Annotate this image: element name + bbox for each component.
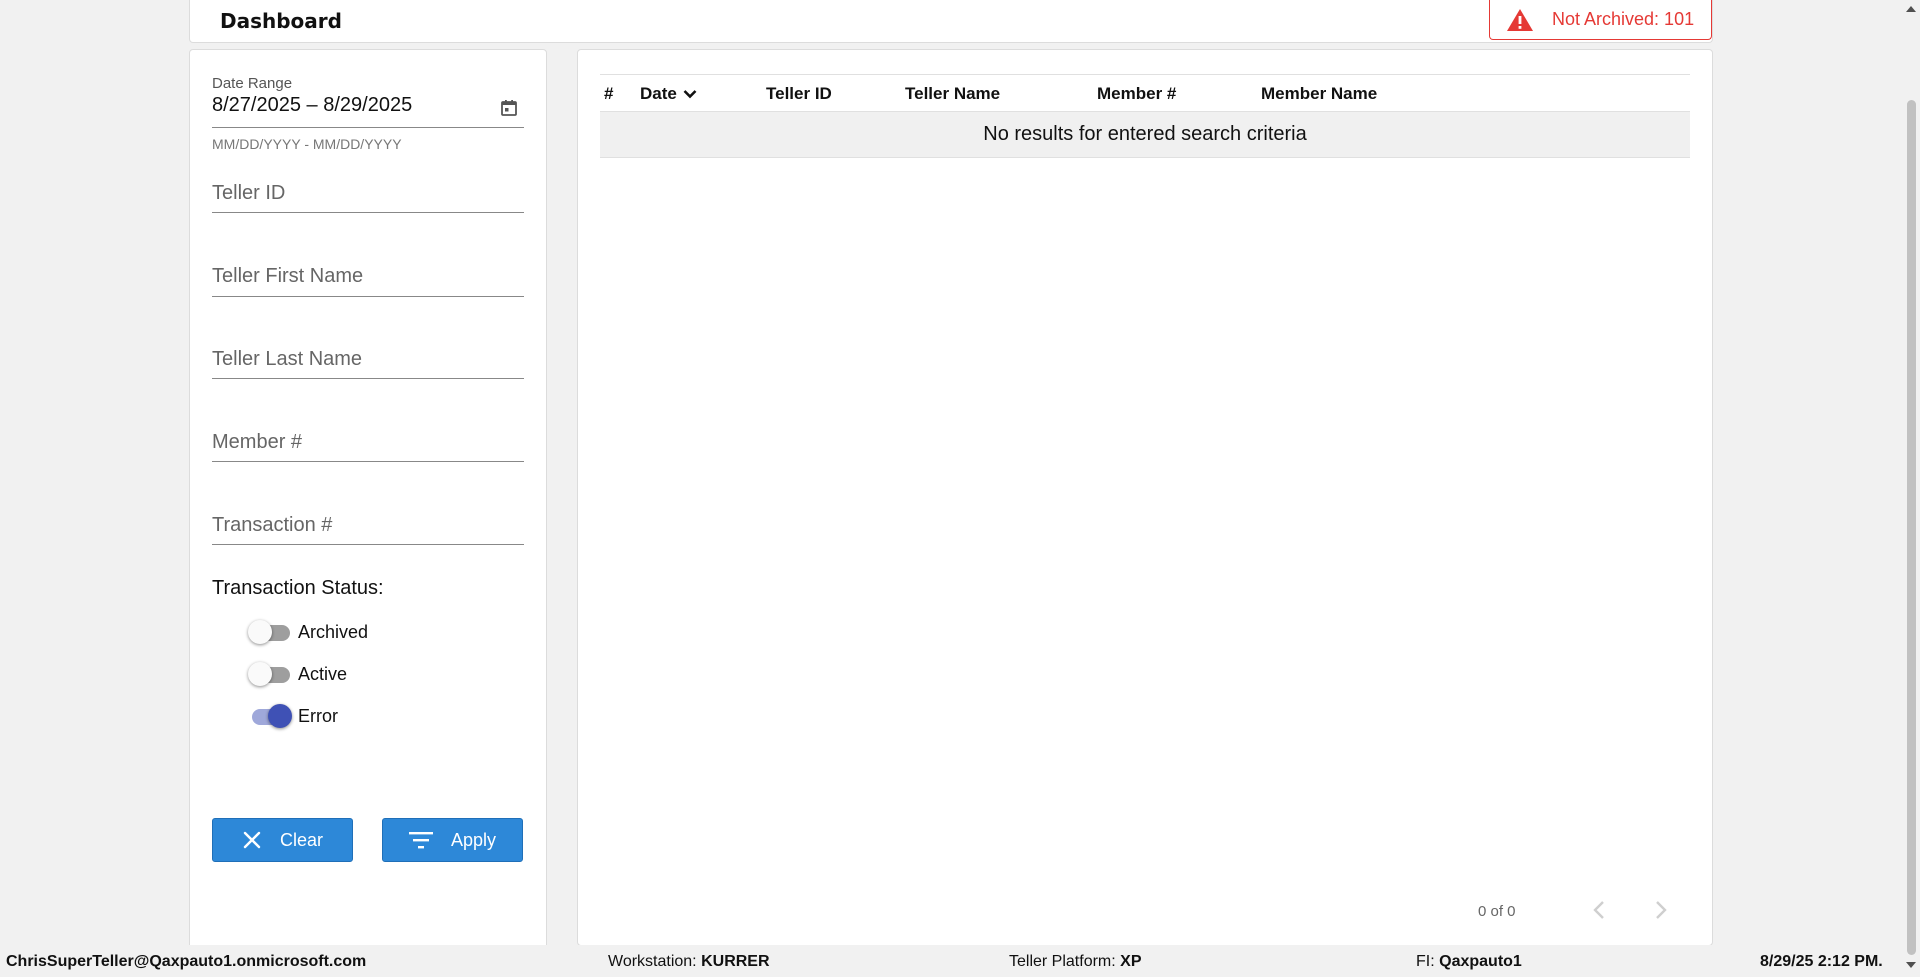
column-header-teller-name[interactable]: Teller Name xyxy=(905,84,1000,104)
active-toggle-switch[interactable] xyxy=(248,660,292,688)
transaction-status-heading: Transaction Status: xyxy=(212,577,384,599)
clear-button-label: Clear xyxy=(279,829,323,850)
chevron-down-icon xyxy=(683,90,697,99)
clear-button[interactable]: Clear xyxy=(212,818,353,862)
teller-last-name-input[interactable]: Teller Last Name xyxy=(212,348,524,371)
column-header-member-number[interactable]: Member # xyxy=(1097,84,1176,104)
archived-toggle-switch[interactable] xyxy=(248,618,292,646)
member-number-field[interactable]: Member # xyxy=(212,431,524,471)
column-header-date[interactable]: Date xyxy=(640,84,697,104)
fi-value: Qaxpauto1 xyxy=(1439,953,1522,970)
teller-first-name-field[interactable]: Teller First Name xyxy=(212,265,524,305)
status-toggle-active[interactable]: Active xyxy=(248,659,347,689)
apply-button[interactable]: Apply xyxy=(382,818,523,862)
empty-results-row: No results for entered search criteria xyxy=(600,112,1690,158)
warning-icon xyxy=(1507,8,1533,31)
previous-page-icon[interactable] xyxy=(1585,895,1615,925)
status-fi: FI: Qaxpauto1 xyxy=(1416,953,1522,971)
next-page-icon[interactable] xyxy=(1645,895,1675,925)
platform-value: XP xyxy=(1120,953,1142,970)
pager-count: 0 of 0 xyxy=(1478,903,1516,920)
vertical-scrollbar[interactable] xyxy=(1902,0,1920,977)
teller-last-name-field[interactable]: Teller Last Name xyxy=(212,348,524,388)
transaction-number-field[interactable]: Transaction # xyxy=(212,514,524,554)
date-range-value[interactable]: 8/27/2025 – 8/29/2025 xyxy=(212,94,524,117)
column-header-member-name[interactable]: Member Name xyxy=(1261,84,1377,104)
status-toggle-error[interactable]: Error xyxy=(248,701,338,731)
status-datetime: 8/29/25 2:12 PM. xyxy=(1760,953,1883,970)
workstation-label: Workstation: xyxy=(608,953,697,970)
status-user: ChrisSuperTeller@Qaxpauto1.onmicrosoft.c… xyxy=(6,953,367,970)
error-toggle-label: Error xyxy=(298,705,338,726)
teller-first-name-input[interactable]: Teller First Name xyxy=(212,265,524,288)
scroll-thumb[interactable] xyxy=(1907,100,1916,955)
close-icon xyxy=(243,831,261,849)
column-header-number[interactable]: # xyxy=(604,84,613,104)
table-header: # Date Teller ID Teller Name Member # Me… xyxy=(600,74,1690,112)
date-range-underline xyxy=(212,127,524,128)
member-number-input[interactable]: Member # xyxy=(212,431,524,454)
teller-id-field[interactable]: Teller ID xyxy=(212,182,524,222)
scroll-down-arrow-icon[interactable] xyxy=(1906,962,1916,968)
apply-button-label: Apply xyxy=(450,829,497,850)
scroll-up-arrow-icon[interactable] xyxy=(1906,6,1916,12)
calendar-icon[interactable] xyxy=(500,99,518,117)
fi-label: FI: xyxy=(1416,953,1435,970)
column-header-date-label: Date xyxy=(640,84,677,103)
status-toggle-archived[interactable]: Archived xyxy=(248,617,368,647)
status-platform: Teller Platform: XP xyxy=(1009,953,1142,971)
member-number-underline xyxy=(212,461,524,462)
platform-label: Teller Platform: xyxy=(1009,953,1116,970)
page-title: Dashboard xyxy=(220,9,342,33)
active-toggle-label: Active xyxy=(298,663,348,684)
transaction-number-input[interactable]: Transaction # xyxy=(212,514,524,537)
teller-first-name-underline xyxy=(212,296,524,297)
alert-label: Not Archived: 101 xyxy=(1552,9,1695,29)
teller-id-input[interactable]: Teller ID xyxy=(212,182,524,205)
transaction-number-underline xyxy=(212,544,524,545)
status-workstation: Workstation: KURRER xyxy=(608,953,770,971)
status-bar: ChrisSuperTeller@Qaxpauto1.onmicrosoft.c… xyxy=(0,945,1902,977)
date-range-field[interactable]: Date Range 8/27/2025 – 8/29/2025 MM/DD/Y… xyxy=(212,75,524,155)
date-range-label: Date Range xyxy=(212,75,293,92)
workstation-value: KURRER xyxy=(701,953,770,970)
date-range-hint: MM/DD/YYYY - MM/DD/YYYY xyxy=(212,136,402,152)
error-toggle-switch[interactable] xyxy=(248,702,292,730)
results-panel: # Date Teller ID Teller Name Member # Me… xyxy=(577,49,1713,946)
teller-last-name-underline xyxy=(212,378,524,379)
column-header-teller-id[interactable]: Teller ID xyxy=(766,84,832,104)
filter-panel: Date Range 8/27/2025 – 8/29/2025 MM/DD/Y… xyxy=(189,49,547,949)
header-bar: Dashboard xyxy=(189,0,1713,43)
filter-icon xyxy=(408,832,433,849)
archived-toggle-label: Archived xyxy=(298,621,369,642)
not-archived-alert[interactable]: Not Archived: 101 xyxy=(1489,0,1712,40)
teller-id-underline xyxy=(212,212,524,213)
